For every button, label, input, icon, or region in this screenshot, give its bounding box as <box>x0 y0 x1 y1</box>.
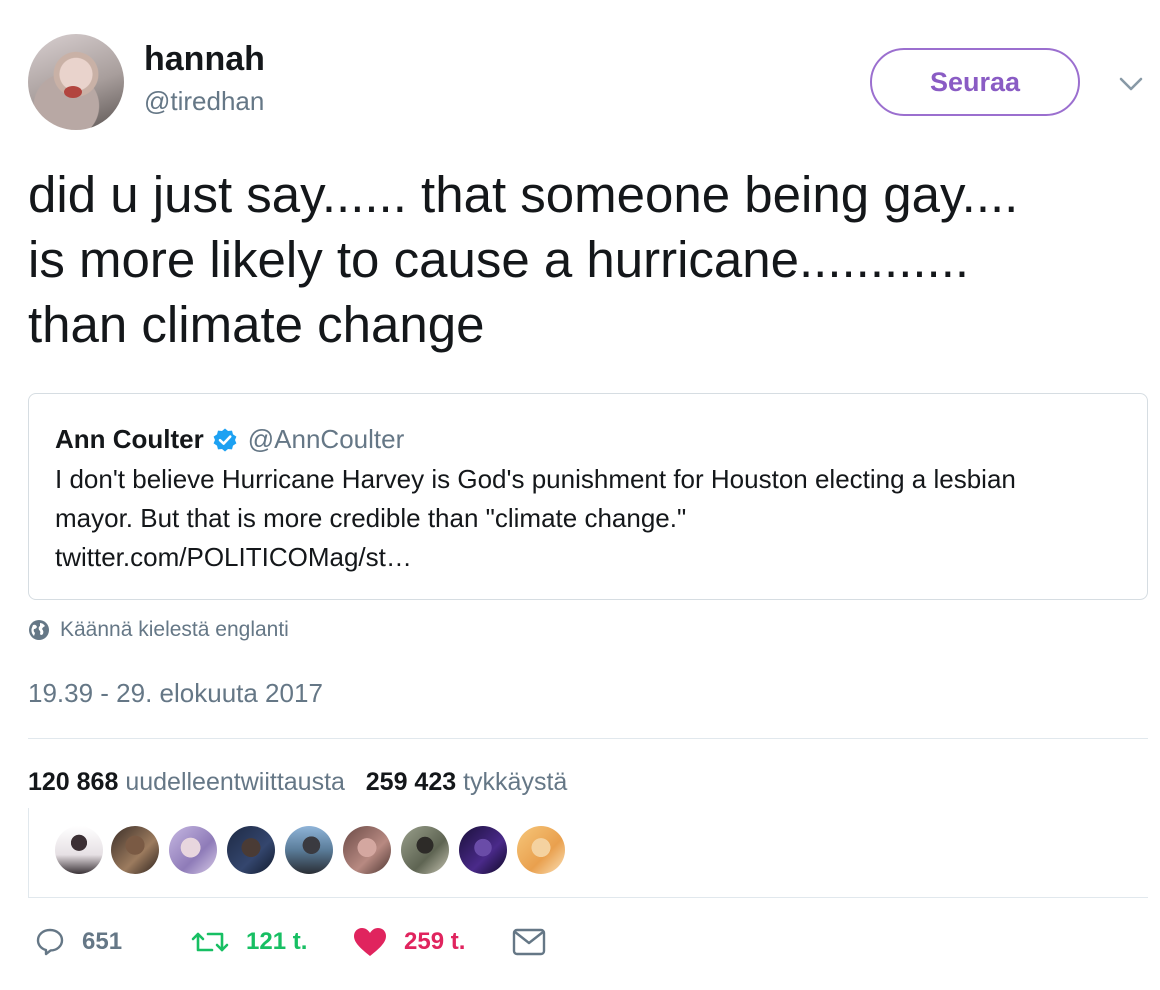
follow-button[interactable]: Seuraa <box>870 48 1080 116</box>
author-handle[interactable]: @tiredhan <box>144 86 264 117</box>
retweet-button[interactable]: 121 t. <box>190 926 307 958</box>
liker-avatar[interactable] <box>111 826 159 874</box>
quoted-author-handle: @AnnCoulter <box>247 424 405 454</box>
chevron-down-icon[interactable] <box>1116 72 1146 96</box>
translate-label[interactable]: Käännä kielestä englanti <box>60 618 289 642</box>
liker-avatar[interactable] <box>169 826 217 874</box>
quoted-text-line: mayor. But that is more credible than "c… <box>55 503 687 533</box>
quoted-text-line: I don't believe Hurricane Harvey is God'… <box>55 464 1016 494</box>
tweet-text-line: did u just say...... that someone being … <box>28 166 1019 223</box>
retweets-label[interactable]: uudelleentwiittausta <box>125 768 345 796</box>
globe-icon <box>29 620 49 640</box>
likers-avatar-row <box>28 808 1148 898</box>
tweet-text-line: than climate change <box>28 296 485 353</box>
direct-message-button[interactable] <box>512 928 562 956</box>
tweet-text: did u just say...... that someone being … <box>28 162 1138 357</box>
author-display-name[interactable]: hannah <box>144 40 265 79</box>
heart-icon <box>354 928 386 956</box>
liker-avatar[interactable] <box>459 826 507 874</box>
liker-avatar[interactable] <box>227 826 275 874</box>
liker-avatar[interactable] <box>285 826 333 874</box>
reply-button[interactable]: 651 <box>34 926 122 958</box>
tweet-header: hannah @tiredhan Seuraa <box>0 0 1160 140</box>
likes-count[interactable]: 259 423 <box>366 768 456 796</box>
likes-label[interactable]: tykkäystä <box>463 768 567 796</box>
liker-avatar[interactable] <box>55 826 103 874</box>
tweet-text-line: is more likely to cause a hurricane.....… <box>28 231 970 288</box>
quoted-tweet-text: I don't believe Hurricane Harvey is God'… <box>55 460 1125 577</box>
reply-icon <box>36 928 64 956</box>
quoted-tweet-card[interactable]: Ann Coulter @AnnCoulter I don't believe … <box>28 393 1148 600</box>
quoted-author-name: Ann Coulter <box>55 424 204 454</box>
divider <box>28 738 1148 739</box>
retweets-count[interactable]: 120 868 <box>28 768 118 796</box>
tweet-stats: 120 868 uudelleentwiittausta 259 423 tyk… <box>28 768 567 797</box>
reply-count: 651 <box>82 928 123 955</box>
liker-avatar[interactable] <box>343 826 391 874</box>
envelope-icon <box>512 928 546 956</box>
liker-avatar[interactable] <box>401 826 449 874</box>
verified-badge-icon <box>213 428 237 451</box>
like-button[interactable]: 259 t. <box>352 926 465 958</box>
retweet-icon <box>191 932 229 952</box>
translate-link[interactable]: Käännä kielestä englanti <box>28 618 289 642</box>
quoted-text-link[interactable]: twitter.com/POLITICOMag/st… <box>55 538 1125 577</box>
tweet-action-bar: 651 121 t. 259 t. <box>0 918 1160 968</box>
like-count: 259 t. <box>404 928 466 955</box>
author-avatar[interactable] <box>28 34 124 130</box>
liker-avatar[interactable] <box>517 826 565 874</box>
retweet-count: 121 t. <box>246 928 308 955</box>
tweet-timestamp[interactable]: 19.39 - 29. elokuuta 2017 <box>28 678 323 709</box>
quoted-tweet-header: Ann Coulter @AnnCoulter <box>55 424 404 455</box>
